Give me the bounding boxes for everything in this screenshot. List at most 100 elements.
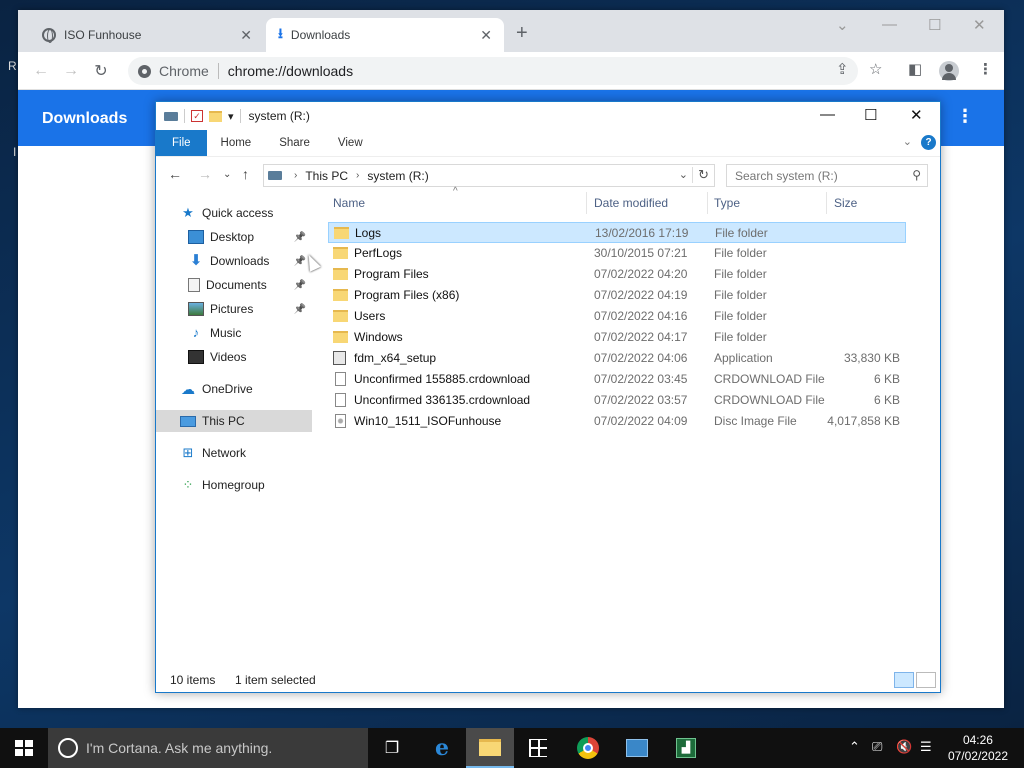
cortana-icon [58, 738, 78, 758]
breadcrumb-this-pc[interactable]: This PC [305, 169, 348, 183]
control-panel-taskbar-button[interactable] [613, 728, 661, 768]
tab-file[interactable]: File [156, 130, 207, 156]
help-icon[interactable]: ? [921, 135, 936, 150]
pin-icon[interactable]: 📌 [294, 232, 306, 243]
file-row[interactable]: Users 07/02/2022 04:16 File folder [328, 306, 906, 327]
nav-item-this-pc[interactable]: This PC [156, 410, 312, 432]
column-size[interactable]: Size [834, 196, 857, 210]
file-row[interactable]: Program Files 07/02/2022 04:20 File folder [328, 264, 906, 285]
column-type[interactable]: Type [714, 196, 740, 210]
details-view-icon[interactable] [894, 672, 914, 688]
file-row[interactable]: fdm_x64_setup 07/02/2022 04:06 Application… [328, 348, 906, 369]
status-bar: 10 items 1 item selected [156, 668, 940, 692]
file-row[interactable]: PerfLogs 30/10/2015 07:21 File folder [328, 243, 906, 264]
windows-start-icon[interactable] [15, 740, 33, 756]
nav-item-desktop[interactable]: Desktop 📌 [156, 226, 312, 248]
nav-item-quick-access[interactable]: ★ Quick access [156, 202, 312, 224]
breadcrumb-system-drive[interactable]: system (R:) [367, 169, 428, 183]
volume-muted-icon[interactable]: 🔇 [896, 739, 912, 755]
properties-icon[interactable]: ✓ [191, 110, 203, 122]
download-icon: ⭳ [278, 25, 283, 41]
notification-icon[interactable]: ☰ [920, 739, 932, 755]
close-icon[interactable]: ✕ [480, 27, 492, 44]
chrome-taskbar-button[interactable] [564, 728, 612, 768]
close-window-icon[interactable]: ✕ [973, 16, 986, 34]
tab-search-icon[interactable]: ⌄ [836, 16, 849, 34]
search-input[interactable]: Search system (R:) ⚲ [726, 164, 928, 187]
forward-button[interactable]: → [56, 62, 86, 80]
column-divider[interactable] [707, 192, 708, 214]
profile-avatar[interactable] [939, 61, 959, 81]
edge-taskbar-button[interactable]: e [418, 728, 466, 768]
chevron-down-icon[interactable]: ⌄ [679, 168, 688, 181]
close-icon[interactable]: ✕ [910, 106, 923, 124]
large-icons-view-icon[interactable] [916, 672, 936, 688]
bookmark-star-icon[interactable]: ☆ [869, 60, 882, 78]
close-icon[interactable]: ✕ [240, 27, 252, 44]
ribbon-tabs: File Home Share View ⌄ ? [156, 130, 940, 156]
column-divider[interactable] [586, 192, 587, 214]
customize-dropdown-icon[interactable]: ▾ [228, 110, 234, 123]
chevron-up-icon[interactable]: ⌃ [849, 739, 860, 755]
tab-iso-funhouse[interactable]: ISO Funhouse ✕ [30, 18, 264, 52]
address-bar[interactable]: Chrome chrome://downloads [128, 57, 858, 85]
file-name: PerfLogs [354, 246, 403, 260]
file-row[interactable]: Unconfirmed 336135.crdownload 07/02/2022 … [328, 390, 906, 411]
desktop-edge-text: R [8, 59, 17, 73]
minimize-icon[interactable]: — [820, 106, 835, 123]
sort-indicator-icon: ^ [453, 186, 458, 197]
column-name[interactable]: Name [333, 196, 365, 210]
nav-item-pictures[interactable]: Pictures 📌 [156, 298, 312, 320]
back-button[interactable]: ← [26, 62, 56, 80]
forward-button[interactable]: → [198, 166, 212, 182]
maximize-icon[interactable]: ☐ [864, 106, 877, 124]
tab-share[interactable]: Share [265, 130, 324, 156]
file-row[interactable]: Logs 13/02/2016 17:19 File folder [328, 222, 906, 243]
store-taskbar-button[interactable] [514, 728, 562, 768]
file-row[interactable]: Unconfirmed 155885.crdownload 07/02/2022 … [328, 369, 906, 390]
column-divider[interactable] [826, 192, 827, 214]
new-folder-icon[interactable] [209, 110, 222, 122]
minimize-icon[interactable]: — [882, 16, 897, 33]
reload-button[interactable]: ↻ [86, 61, 116, 81]
cortana-search-input[interactable]: I'm Cortana. Ask me anything. [48, 728, 368, 768]
maximize-icon[interactable]: ☐ [928, 16, 941, 34]
pin-icon[interactable]: 📌 [294, 280, 306, 291]
network-tray-icon[interactable]: ⎚ [872, 739, 882, 755]
chevron-right-icon[interactable]: › [356, 170, 359, 181]
file-explorer-taskbar-button[interactable] [466, 728, 514, 768]
file-name: Win10_1511_ISOFunhouse [354, 414, 502, 428]
more-options-icon[interactable]: ⋮ [956, 106, 974, 127]
up-button[interactable]: ↑ [242, 166, 249, 182]
chart-app-taskbar-button[interactable]: ▟ [662, 728, 710, 768]
tab-downloads[interactable]: ⭳ Downloads ✕ [266, 18, 504, 52]
chevron-right-icon[interactable]: › [294, 170, 297, 181]
file-row[interactable]: Program Files (x86) 07/02/2022 04:19 File … [328, 285, 906, 306]
system-clock[interactable]: 04:26 07/02/2022 [948, 732, 1008, 764]
breadcrumb[interactable]: › This PC › system (R:) ⌄ ↻ [263, 164, 715, 187]
file-date-modified: 07/02/2022 04:19 [594, 288, 688, 302]
column-date-modified[interactable]: Date modified [594, 196, 668, 210]
chrome-menu-icon[interactable]: ⋮ [978, 60, 993, 78]
nav-item-videos[interactable]: Videos [156, 346, 312, 368]
task-view-button[interactable]: ❐ [368, 728, 416, 768]
nav-item-network[interactable]: ⊞ Network [156, 442, 312, 464]
tab-view[interactable]: View [324, 130, 377, 156]
side-panel-icon[interactable]: ◧ [908, 60, 922, 78]
recent-locations-icon[interactable]: ⌄ [223, 169, 231, 180]
nav-item-onedrive[interactable]: ☁ OneDrive [156, 378, 312, 400]
refresh-icon[interactable]: ↻ [692, 167, 709, 183]
chart-icon: ▟ [676, 738, 696, 758]
nav-item-music[interactable]: ♪ Music [156, 322, 312, 344]
tab-home[interactable]: Home [207, 130, 266, 156]
share-icon[interactable]: ⇪ [836, 60, 849, 78]
file-row[interactable]: Windows 07/02/2022 04:17 File folder [328, 327, 906, 348]
expand-ribbon-icon[interactable]: ⌄ [903, 135, 912, 148]
new-tab-button[interactable]: + [516, 22, 528, 45]
nav-item-documents[interactable]: Documents 📌 [156, 274, 312, 296]
file-row[interactable]: Win10_1511_ISOFunhouse 07/02/2022 04:09 Di… [328, 411, 906, 432]
back-button[interactable]: ← [168, 166, 182, 182]
nav-item-homegroup[interactable]: ⁘ Homegroup [156, 474, 312, 496]
pin-icon[interactable]: 📌 [294, 304, 306, 315]
nav-item-downloads[interactable]: ⬇ Downloads 📌 [156, 250, 312, 272]
